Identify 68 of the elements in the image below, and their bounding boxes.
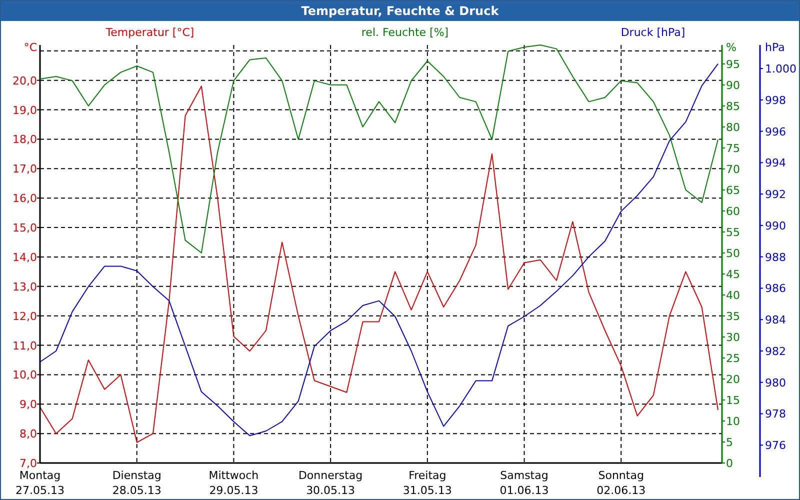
- day-label: Freitag: [408, 469, 446, 482]
- axis-tick-label: 15: [726, 394, 740, 407]
- axis-tick-label: 13,0: [12, 280, 37, 294]
- date-label: 27.05.13: [16, 484, 64, 497]
- date-label: 31.05.13: [402, 484, 452, 497]
- axis-tick-label: 9,0: [20, 398, 37, 412]
- axis-tick-label: 16,0: [12, 192, 37, 206]
- axis-tick-label: 996: [765, 125, 786, 138]
- axis-tick-label: 40: [726, 288, 740, 302]
- axis-tick-label: 95: [726, 58, 740, 71]
- day-label: Samstag: [500, 469, 548, 482]
- axis-tick-label: 35: [726, 310, 740, 323]
- axis-tick-label: 0: [726, 457, 733, 470]
- axis-tick-label: 18,0: [12, 133, 37, 146]
- axis-tick-label: 19,0: [12, 104, 37, 117]
- axis-tick-label: 75: [726, 142, 740, 155]
- axis-tick-label: 14,0: [12, 250, 37, 264]
- axis-tick-label: 85: [726, 100, 740, 113]
- axis-unit-label: °C: [24, 41, 37, 54]
- axis-tick-label: 980: [765, 376, 786, 390]
- day-label: Dienstag: [112, 469, 162, 482]
- date-label: 02.06.13: [596, 484, 646, 497]
- day-label: Donnerstag: [298, 469, 363, 482]
- axis-tick-label: 11,0: [12, 339, 37, 352]
- axis-tick-label: 30: [726, 330, 740, 344]
- axis-tick-label: 45: [726, 268, 740, 281]
- series-label: Druck [hPa]: [620, 26, 686, 39]
- axis-tick-label: 12,0: [12, 310, 37, 323]
- window-title: Temperatur, Feuchte & Druck: [301, 3, 499, 20]
- axis-tick-label: 8,0: [20, 428, 37, 441]
- date-label: 29.05.13: [209, 484, 258, 497]
- day-label: Montag: [19, 469, 61, 482]
- axis-tick-label: 5: [726, 436, 733, 449]
- axis-tick-label: 70: [726, 162, 740, 176]
- axis-tick-label: 25: [726, 352, 740, 365]
- series-label: Temperatur [°C]: [106, 26, 194, 39]
- axis-tick-label: 994: [765, 156, 786, 170]
- axis-tick-label: 15,0: [12, 222, 37, 234]
- axis-tick-label: 976: [765, 439, 786, 452]
- series-label: rel. Feuchte [%]: [361, 26, 449, 39]
- axis-unit-label: hPa: [765, 41, 785, 54]
- axis-tick-label: 984: [765, 314, 786, 327]
- axis-tick-label: 20: [726, 372, 740, 386]
- axis-tick-label: 7,0: [20, 457, 37, 470]
- axis-tick-label: 986: [765, 282, 786, 296]
- day-label: Sonntag: [598, 469, 644, 482]
- date-label: 30.05.13: [306, 484, 356, 497]
- axis-tick-label: 992: [765, 188, 786, 202]
- axis-tick-label: 20,0: [12, 74, 37, 88]
- day-label: Mittwoch: [208, 469, 259, 482]
- axis-tick-label: 90: [726, 78, 740, 92]
- axis-tick-label: 17,0: [12, 162, 37, 176]
- axis-tick-label: 50: [726, 246, 740, 260]
- axis-unit-label: %: [726, 41, 736, 54]
- axis-tick-label: 55: [726, 226, 740, 239]
- axis-tick-label: 982: [765, 344, 786, 358]
- axis-tick-label: 990: [765, 219, 786, 232]
- axis-tick-label: 988: [765, 250, 786, 264]
- axis-tick-label: 1.000: [765, 62, 796, 76]
- date-label: 01.06.13: [500, 484, 549, 497]
- axis-tick-label: 65: [726, 184, 740, 197]
- axis-tick-label: 998: [765, 94, 786, 107]
- axis-tick-label: 10,0: [12, 368, 37, 382]
- axis-tick-label: 60: [726, 204, 740, 218]
- axis-tick-label: 978: [765, 408, 786, 421]
- axis-tick-label: 80: [726, 120, 740, 134]
- date-label: 28.05.13: [112, 484, 162, 497]
- axis-tick-label: 10: [726, 415, 740, 428]
